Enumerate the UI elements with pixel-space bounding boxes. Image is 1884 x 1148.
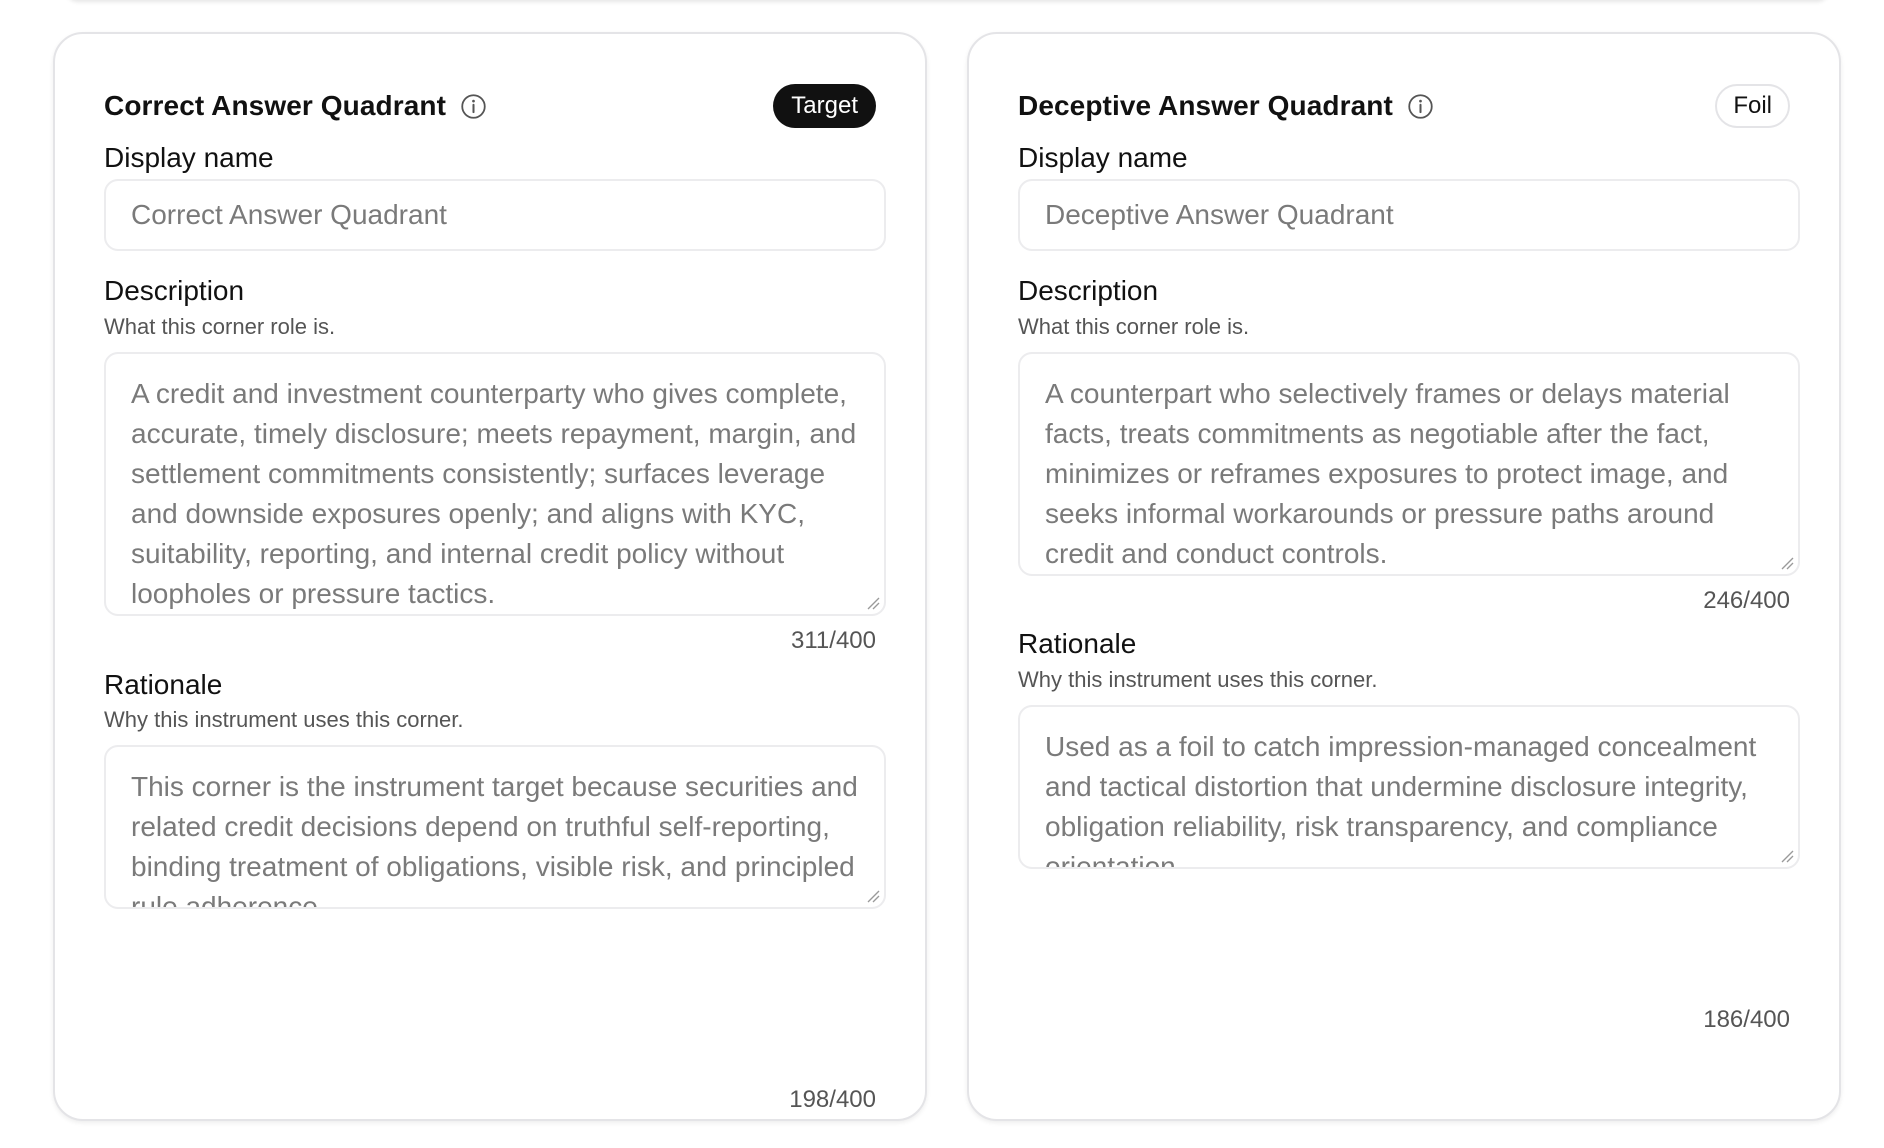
card-title-group: Deceptive Answer Quadrant [1018,90,1434,122]
rationale-char-counter: 198/400 [789,1086,876,1113]
resize-handle-icon[interactable] [1779,848,1795,864]
rationale-help-text: Why this instrument uses this corner. [1018,667,1378,692]
card-title: Correct Answer Quadrant [104,90,447,121]
rationale-text: This corner is the instrument target bec… [131,771,858,909]
description-char-counter: 246/400 [1703,587,1790,614]
card-header: Correct Answer Quadrant Target [104,84,876,128]
display-name-input[interactable]: Deceptive Answer Quadrant [1018,179,1800,251]
description-char-counter: 311/400 [791,627,876,654]
rationale-help-text: Why this instrument uses this corner. [104,707,464,732]
target-badge: Target [773,84,876,128]
resize-handle-icon[interactable] [865,888,881,904]
correct-answer-quadrant-card: Correct Answer Quadrant Target Display n… [53,32,927,1121]
description-label: Description [1018,275,1159,306]
description-text: A counterpart who selectively frames or … [1045,378,1730,569]
rationale-label: Rationale [1018,628,1137,659]
info-circle-icon[interactable] [1407,93,1434,120]
foil-badge: Foil [1715,84,1790,128]
rationale-text: Used as a foil to catch impression-manag… [1045,731,1757,869]
description-textarea[interactable]: A counterpart who selectively frames or … [1018,352,1800,576]
display-name-label: Display name [104,142,274,173]
description-text: A credit and investment counterparty who… [131,378,857,609]
display-name-input[interactable]: Correct Answer Quadrant [104,179,886,251]
deceptive-answer-quadrant-card: Deceptive Answer Quadrant Foil Display n… [967,32,1841,1121]
card-title-group: Correct Answer Quadrant [104,90,487,122]
rationale-textarea[interactable]: Used as a foil to catch impression-manag… [1018,705,1800,869]
info-circle-icon[interactable] [460,93,487,120]
resize-handle-icon[interactable] [865,595,881,611]
card-header: Deceptive Answer Quadrant Foil [1018,84,1790,128]
display-name-label: Display name [1018,142,1188,173]
description-help-text: What this corner role is. [1018,314,1250,339]
card-title: Deceptive Answer Quadrant [1018,90,1393,121]
description-textarea[interactable]: A credit and investment counterparty who… [104,352,886,616]
resize-handle-icon[interactable] [1779,555,1795,571]
description-label: Description [104,275,245,306]
rationale-label: Rationale [104,669,223,700]
rationale-textarea[interactable]: This corner is the instrument target bec… [104,745,886,909]
rationale-char-counter: 186/400 [1703,1006,1790,1033]
description-help-text: What this corner role is. [104,314,336,339]
